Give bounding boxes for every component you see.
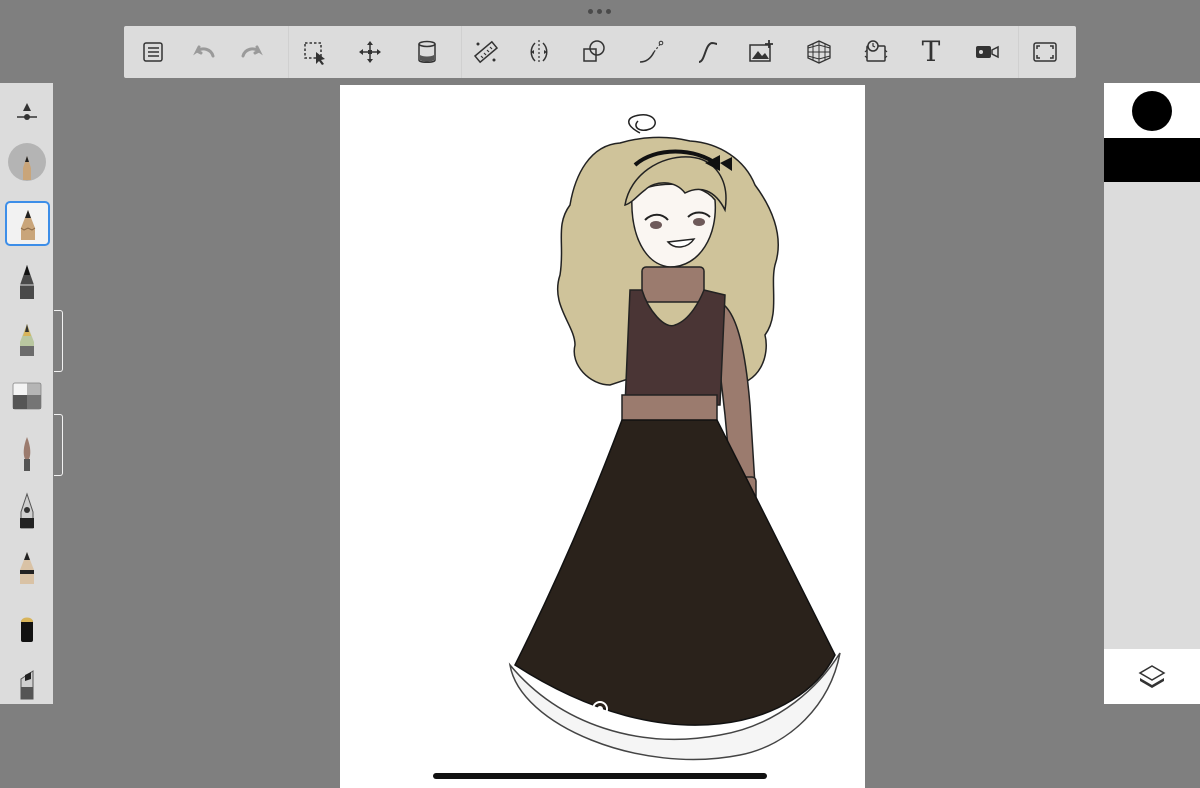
drawing-canvas[interactable] (340, 85, 865, 788)
home-indicator[interactable] (433, 773, 767, 779)
hard-pencil-icon[interactable] (4, 543, 49, 588)
curve-icon[interactable] (691, 36, 725, 68)
marker-icon[interactable] (4, 603, 49, 648)
size-slider-icon[interactable] (4, 88, 49, 133)
brush-preview-icon[interactable] (4, 139, 49, 184)
pencil-icon[interactable] (5, 201, 50, 246)
transform-icon[interactable] (353, 36, 387, 68)
color-layer-panel (1104, 83, 1200, 704)
layers-button[interactable] (1104, 649, 1200, 704)
brush-panel (0, 83, 53, 704)
eraser-icon[interactable] (4, 372, 49, 417)
layers-icon (1138, 664, 1166, 688)
color-puck-area[interactable] (1104, 83, 1200, 138)
fountain-pen-icon[interactable] (4, 487, 49, 532)
current-color-swatch[interactable] (1132, 91, 1172, 131)
chisel-marker-icon[interactable] (4, 658, 49, 703)
dark-pencil-icon[interactable] (4, 258, 49, 303)
paintbrush-icon[interactable] (4, 430, 49, 475)
ruler-icon[interactable] (469, 36, 503, 68)
text-tool-glyph: T (921, 35, 941, 68)
character-drawing (508, 114, 841, 761)
panel-resize-tab-1[interactable] (54, 310, 63, 372)
airbrush-icon[interactable] (4, 315, 49, 360)
fullscreen-icon[interactable] (1028, 36, 1062, 68)
layer-thumbnail[interactable] (1104, 138, 1200, 182)
fill-icon[interactable] (410, 36, 444, 68)
video-icon[interactable] (970, 36, 1004, 68)
panel-resize-tab-2[interactable] (54, 414, 63, 476)
shape-icon[interactable] (577, 36, 611, 68)
symmetry-icon[interactable] (522, 36, 556, 68)
redo-icon[interactable] (236, 36, 270, 68)
top-grip-handle[interactable] (588, 9, 611, 14)
text-icon[interactable]: T (914, 36, 948, 68)
stroke-icon[interactable] (634, 36, 668, 68)
perspective-icon[interactable] (802, 36, 836, 68)
top-toolbar: T (124, 26, 1076, 78)
list-icon[interactable] (136, 36, 170, 68)
image-import-icon[interactable] (744, 36, 778, 68)
selection-icon[interactable] (298, 36, 332, 68)
undo-icon[interactable] (186, 36, 220, 68)
time-lapse-icon[interactable] (859, 36, 893, 68)
